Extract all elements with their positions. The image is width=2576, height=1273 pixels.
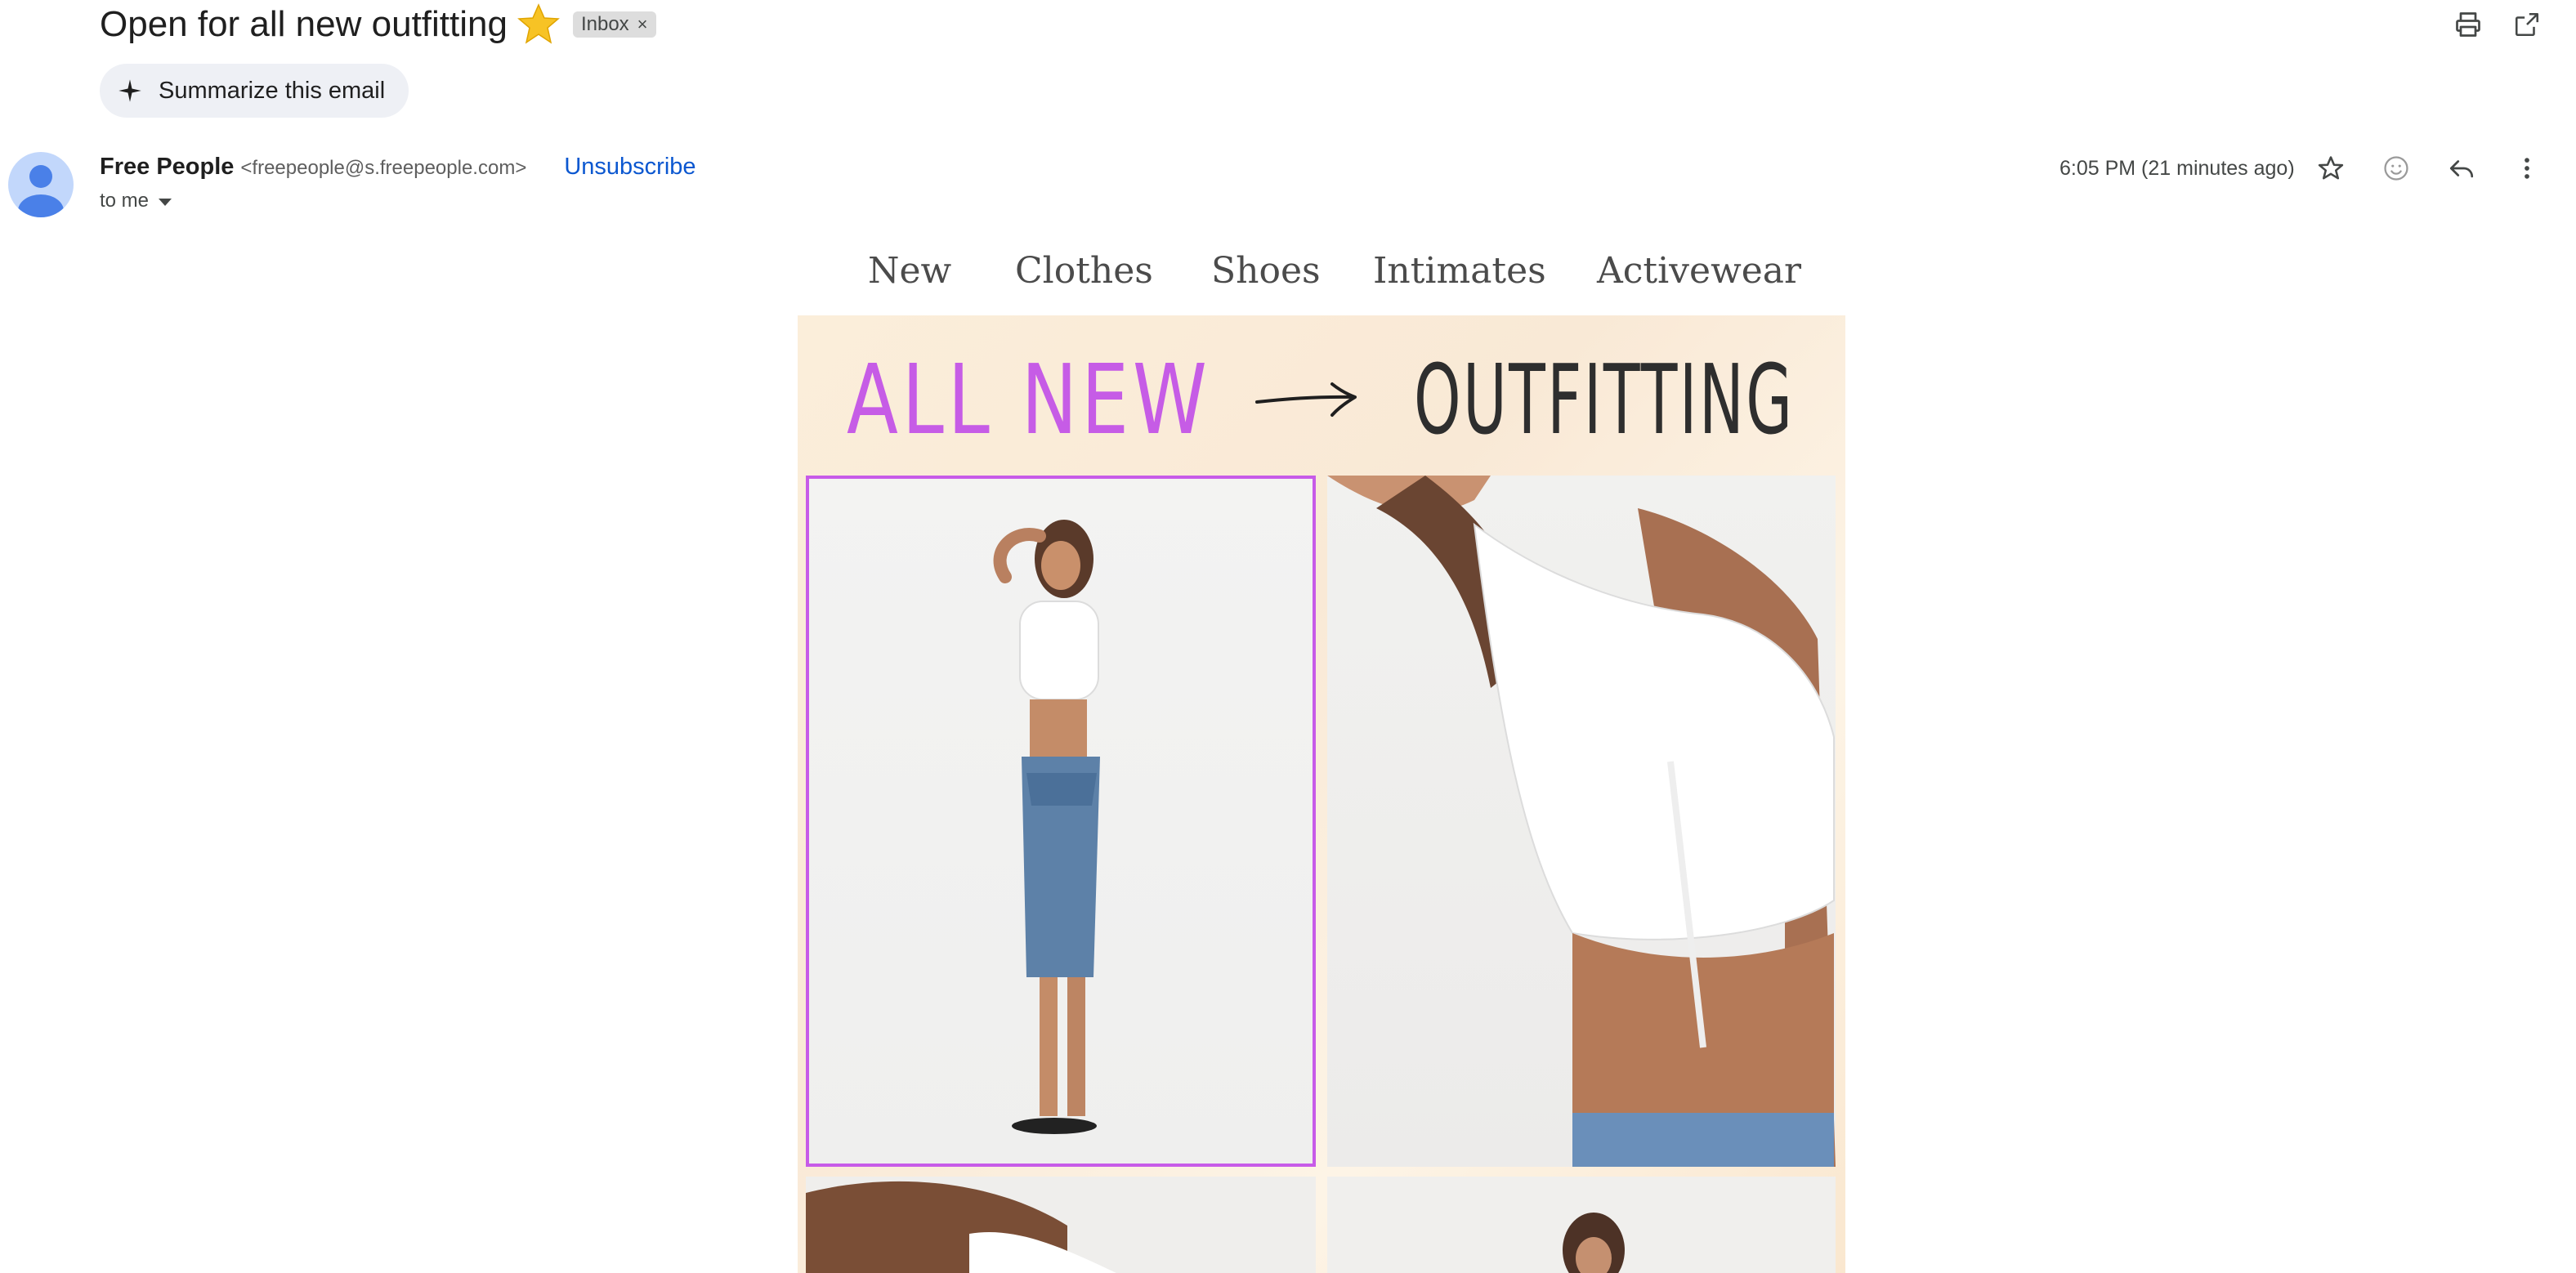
banner-headline-left[interactable]: ALL NEW: [847, 343, 1211, 456]
model-partial-image: [1563, 1213, 1625, 1273]
product-photo-bottom-right[interactable]: [1327, 1177, 1836, 1273]
newsletter-nav-activewear[interactable]: Activewear: [1597, 250, 1801, 292]
star-button[interactable]: [2313, 150, 2349, 186]
more-vert-icon: [2525, 158, 2529, 179]
recipient-details-toggle[interactable]: to me: [100, 190, 172, 212]
product-photo-full-outfit[interactable]: [806, 476, 1316, 1167]
reply-button[interactable]: [2444, 150, 2480, 186]
model-partial-image: [806, 1181, 1116, 1273]
sparkle-icon: [119, 79, 141, 102]
unsubscribe-link[interactable]: Unsubscribe: [564, 154, 695, 181]
recipient-label: to me: [100, 190, 150, 212]
inbox-label-chip: Inbox ×: [572, 11, 656, 38]
product-photo-top-detail[interactable]: [1327, 476, 1836, 1167]
sender-name[interactable]: Free People: [100, 154, 234, 181]
add-reaction-button[interactable]: [2378, 150, 2414, 186]
open-in-new-window-button[interactable]: [2509, 7, 2545, 42]
newsletter-nav-shoes[interactable]: Shoes: [1211, 250, 1321, 292]
add-reaction-icon: [2384, 156, 2408, 181]
email-timestamp: 6:05 PM (21 minutes ago): [2059, 157, 2295, 180]
open-in-new-window-icon: [2515, 12, 2539, 37]
sender-avatar[interactable]: [8, 152, 74, 217]
newsletter-nav-intimates[interactable]: Intimates: [1373, 250, 1546, 292]
model-full-length-image: [993, 520, 1100, 1134]
remove-label-button[interactable]: ×: [637, 11, 648, 38]
arrow-right-icon: [1255, 382, 1357, 417]
print-icon: [2456, 12, 2480, 37]
reply-icon: [2449, 160, 2474, 178]
print-button[interactable]: [2450, 7, 2486, 42]
model-top-closeup-image: [1327, 476, 1836, 1167]
sender-email: <freepeople@s.freepeople.com>: [240, 157, 527, 179]
star-outline-icon: [2318, 156, 2344, 180]
default-avatar-icon: [18, 165, 64, 217]
star-emoji-icon: [517, 3, 560, 44]
more-options-button[interactable]: [2509, 150, 2545, 186]
chevron-down-icon: [159, 198, 172, 206]
product-photo-bottom-left[interactable]: [806, 1177, 1316, 1273]
inbox-label-text: Inbox: [580, 13, 629, 35]
email-subject: Open for all new outfitting: [100, 4, 508, 44]
banner-headline-right[interactable]: OUTFITTING: [1414, 343, 1794, 456]
sender-line: Free People <freepeople@s.freepeople.com…: [100, 154, 696, 181]
summarize-label: Summarize this email: [159, 77, 386, 104]
newsletter-nav-clothes[interactable]: Clothes: [1015, 250, 1153, 292]
newsletter-nav-new[interactable]: New: [868, 250, 951, 292]
summarize-email-button[interactable]: Summarize this email: [100, 64, 409, 118]
